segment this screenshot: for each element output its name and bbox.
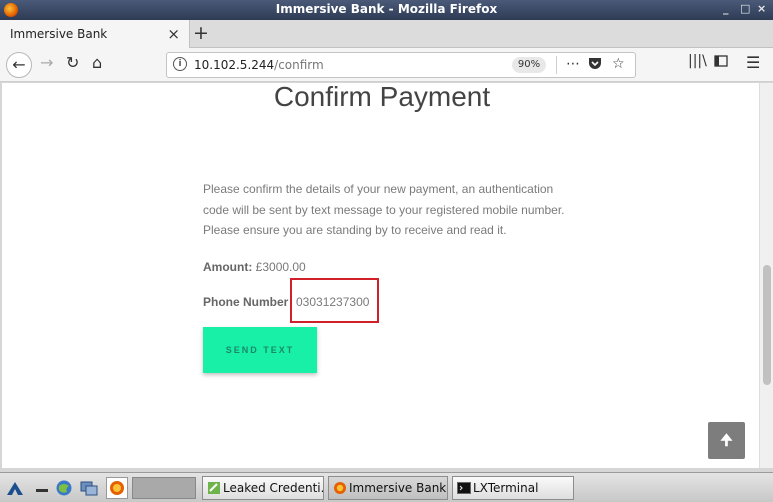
intro-line: Please ensure you are standing by to rec… xyxy=(203,223,507,237)
document-icon xyxy=(208,482,220,494)
zoom-level-badge[interactable]: 90% xyxy=(512,57,546,73)
intro-line: code will be sent by text message to you… xyxy=(203,202,565,217)
window-switcher-icon[interactable] xyxy=(80,479,98,497)
forward-button[interactable]: → xyxy=(40,53,53,72)
phone-field: Phone Number 03031237300 xyxy=(203,295,369,309)
minimize-button[interactable]: _ xyxy=(723,2,729,15)
home-button[interactable]: ⌂ xyxy=(92,53,102,72)
window-titlebar: Immersive Bank - Mozilla Firefox _ □ × xyxy=(0,0,773,20)
taskbar-item-label: LXTerminal xyxy=(473,481,539,495)
taskbar-item-leaked-credentials[interactable]: Leaked Credenti... xyxy=(202,476,324,500)
taskbar: Leaked Credenti... Immersive Bank... LXT… xyxy=(0,472,773,502)
library-icon[interactable]: |||\ xyxy=(688,53,707,69)
page-title: Confirm Payment xyxy=(273,83,491,112)
intro-text: Please confirm the details of your new p… xyxy=(203,179,573,241)
page-viewport: Confirm Payment Please confirm the detai… xyxy=(2,83,759,468)
url-host: 10.102.5.244 xyxy=(194,58,275,72)
tab-close-icon[interactable]: × xyxy=(167,25,180,43)
page-actions-icon[interactable]: ⋯ xyxy=(566,56,580,72)
taskbar-item-lxterminal[interactable]: LXTerminal xyxy=(452,476,574,500)
maximize-button[interactable]: □ xyxy=(740,2,750,15)
tab-immersive-bank[interactable]: Immersive Bank × xyxy=(0,20,190,48)
url-text[interactable]: 10.102.5.244/confirm xyxy=(194,58,324,72)
scroll-to-top-button[interactable]: 🠉 xyxy=(708,422,745,459)
close-window-button[interactable]: × xyxy=(757,2,766,15)
firefox-icon xyxy=(334,482,346,494)
taskbar-item-label: Leaked Credenti... xyxy=(223,481,324,495)
browser-launcher-icon[interactable] xyxy=(55,479,73,497)
desktop-pager[interactable] xyxy=(132,477,196,499)
send-text-button[interactable]: SEND TEXT xyxy=(203,327,317,373)
taskbar-item-label: Immersive Bank... xyxy=(349,481,448,495)
amount-value: £3000.00 xyxy=(255,260,306,274)
new-tab-button[interactable]: + xyxy=(193,22,209,44)
phone-label: Phone Number xyxy=(203,295,289,309)
back-button[interactable]: ← xyxy=(6,52,32,78)
site-info-icon[interactable]: i xyxy=(173,57,187,71)
intro-line: Please confirm the details of your new p… xyxy=(203,182,554,196)
url-separator xyxy=(556,56,557,74)
highlight-box xyxy=(290,278,379,323)
minimize-all-icon[interactable] xyxy=(33,479,51,497)
amount-field: Amount: £3000.00 xyxy=(203,260,306,274)
firefox-launcher-icon[interactable] xyxy=(106,477,128,499)
url-bar[interactable]: i 10.102.5.244/confirm 90% ⋯ ☆ xyxy=(166,52,636,78)
amount-label: Amount: xyxy=(203,260,253,274)
nav-bar: ← → ↻ ⌂ i 10.102.5.244/confirm 90% ⋯ ☆ |… xyxy=(0,48,773,82)
start-menu-icon[interactable] xyxy=(6,479,24,497)
tab-label: Immersive Bank xyxy=(10,27,108,41)
reload-button[interactable]: ↻ xyxy=(66,53,79,72)
tab-strip: Immersive Bank × + xyxy=(0,20,773,48)
page-scrollbar[interactable] xyxy=(759,83,773,468)
url-path: /confirm xyxy=(274,58,324,72)
bookmark-star-icon[interactable]: ☆ xyxy=(612,56,625,72)
pocket-icon[interactable] xyxy=(588,56,602,74)
scrollbar-thumb[interactable] xyxy=(763,265,771,385)
taskbar-item-immersive-bank[interactable]: Immersive Bank... xyxy=(328,476,448,500)
sidebar-icon[interactable] xyxy=(714,53,728,72)
terminal-icon xyxy=(457,482,471,494)
menu-icon[interactable]: ☰ xyxy=(746,53,760,72)
window-title: Immersive Bank - Mozilla Firefox xyxy=(275,2,498,16)
